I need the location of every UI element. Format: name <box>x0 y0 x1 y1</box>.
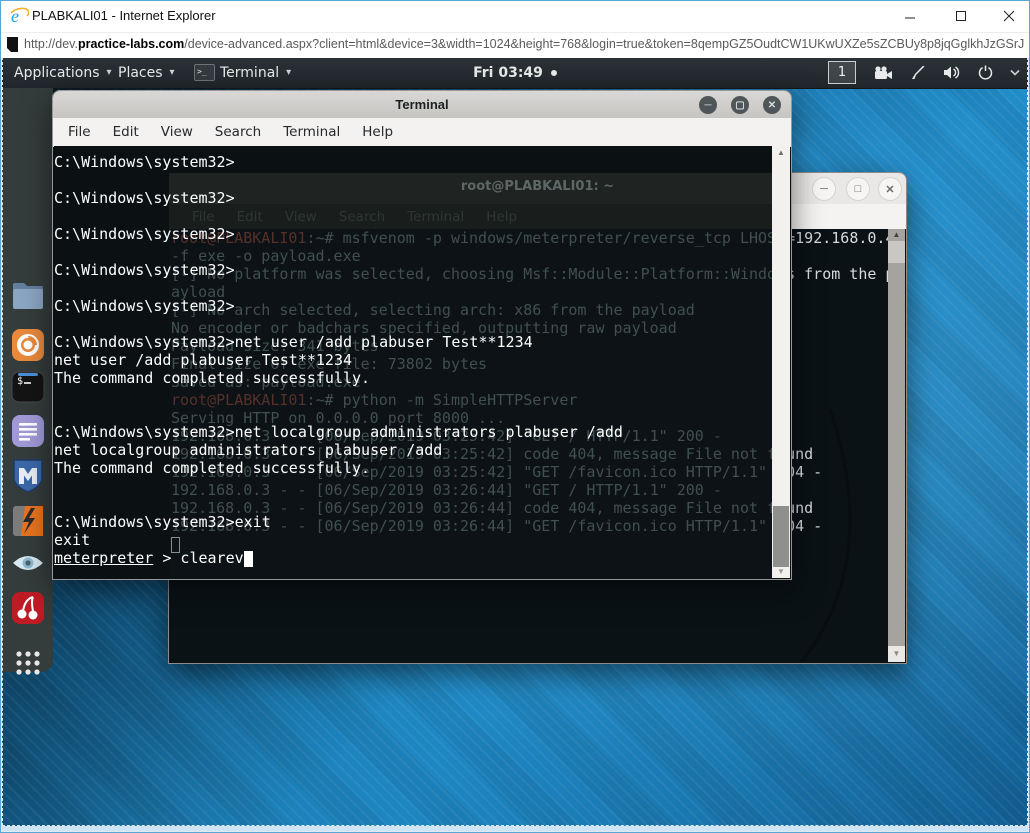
burpsuite-icon[interactable] <box>10 504 46 538</box>
scroll-down-arrow[interactable]: ▼ <box>772 567 790 576</box>
terminal-line: C:\Windows\system32>net user /add plabus… <box>54 333 533 351</box>
front-terminal-titlebar[interactable]: Terminal ─ ▢ ✕ <box>53 91 791 119</box>
terminal-line: meterpreter > clearev <box>54 549 623 567</box>
ie-close-button[interactable] <box>992 4 1026 28</box>
eye-viewer-icon[interactable] <box>10 553 46 573</box>
front-terminal-menubar: File Edit View Search Terminal Help <box>53 118 791 147</box>
firefox-icon[interactable] <box>10 328 46 362</box>
menu-item-search[interactable]: Search <box>204 120 272 144</box>
menu-item-file[interactable]: File <box>57 120 102 144</box>
terminal-line: C:\Windows\system32> <box>54 225 235 243</box>
workspace-indicator[interactable]: 1 <box>828 61 856 84</box>
minimize-button[interactable]: ─ <box>699 96 717 114</box>
terminal-line: The command completed successfully. <box>54 459 371 477</box>
terminal-line: net user /add plabuser Test**1234 <box>54 351 353 369</box>
terminal-line: C:\Windows\system32>net localgroup admin… <box>54 423 623 441</box>
internet-explorer-icon: e <box>10 6 29 26</box>
metasploit-icon[interactable] <box>10 458 46 494</box>
terminal-line: C:\Windows\system32> <box>54 297 235 315</box>
back-terminal-scrollbar[interactable]: ▲ ▼ <box>888 229 905 662</box>
front-terminal-text: C:\Windows\system32> C:\Windows\system32>… <box>54 153 623 567</box>
terminal-line: C:\Windows\system32> <box>54 153 235 171</box>
close-button[interactable]: ✕ <box>878 177 902 201</box>
files-icon[interactable] <box>10 281 46 311</box>
scroll-up-arrow[interactable]: ▲ <box>888 230 905 239</box>
power-icon[interactable] <box>978 65 993 80</box>
address-bar[interactable]: http://dev.practice-labs.com/device-adva… <box>0 32 1030 58</box>
maximize-button[interactable]: ▢ <box>731 96 749 114</box>
volume-icon[interactable] <box>943 65 961 80</box>
text-editor-icon[interactable] <box>10 414 46 448</box>
show-applications-icon[interactable] <box>10 648 46 678</box>
terminal-line: C:\Windows\system32> <box>54 261 235 279</box>
terminal-line: net localgroup administrators plabuser /… <box>54 441 443 459</box>
notification-dot <box>550 69 557 76</box>
minimize-button[interactable]: ─ <box>812 177 836 201</box>
window-title: PLABKALI01 - Internet Explorer <box>32 8 216 23</box>
scrollbar-thumb[interactable] <box>773 506 789 567</box>
ie-titlebar[interactable]: e PLABKALI01 - Internet Explorer <box>0 0 1030 32</box>
terminal-line: The command completed successfully. <box>54 369 371 387</box>
page-icon <box>7 37 18 52</box>
front-terminal-screen[interactable]: root@PLABKALI01: ~ File Edit View Search Ter… <box>54 146 772 578</box>
scroll-down-arrow[interactable]: ▼ <box>888 646 905 662</box>
brush-icon[interactable] <box>910 65 926 81</box>
svg-text:$: $ <box>17 376 23 387</box>
scroll-up-arrow[interactable]: ▲ <box>772 148 790 157</box>
menu-item-help[interactable]: Help <box>351 120 404 144</box>
front-terminal-title: Terminal <box>395 97 449 112</box>
scrollbar-thumb[interactable] <box>888 241 905 263</box>
terminal-line: exit <box>54 531 91 549</box>
front-terminal-scrollbar[interactable]: ▲ ▼ <box>772 146 790 578</box>
menu-item-terminal[interactable]: Terminal <box>272 120 351 144</box>
menu-item-edit[interactable]: Edit <box>102 120 150 144</box>
remote-desktop-viewport: Applications Places >_ Terminal Fri 03:4… <box>2 57 1028 826</box>
gnome-top-bar: Applications Places >_ Terminal Fri 03:4… <box>2 57 1028 89</box>
running-indicator <box>18 373 38 376</box>
cherrytree-icon[interactable] <box>10 591 46 625</box>
url-text[interactable]: http://dev.practice-labs.com/device-adva… <box>24 37 1024 51</box>
chevron-down-icon[interactable] <box>1010 69 1020 76</box>
close-button[interactable]: ✕ <box>763 96 781 114</box>
screen-recorder-icon[interactable] <box>873 65 893 80</box>
gnome-dash: $ <box>2 88 53 675</box>
front-terminal-window: Terminal ─ ▢ ✕ File Edit View Search Termina… <box>52 90 792 580</box>
terminal-line: C:\Windows\system32> <box>54 189 235 207</box>
ie-bottom-border <box>2 826 1028 831</box>
menu-item-view[interactable]: View <box>150 120 204 144</box>
ie-minimize-button[interactable] <box>893 4 927 28</box>
terminal-line: C:\Windows\system32>exit <box>54 513 271 531</box>
ie-maximize-button[interactable] <box>944 4 978 28</box>
maximize-button[interactable]: □ <box>846 177 870 201</box>
